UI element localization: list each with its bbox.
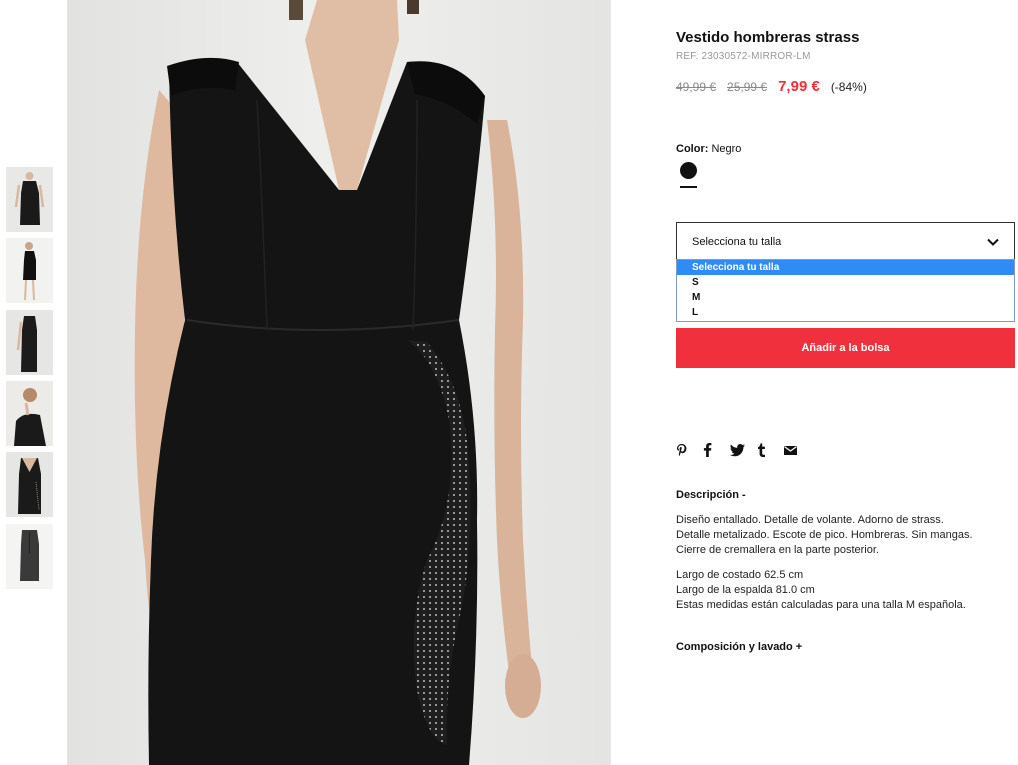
twitter-icon[interactable] bbox=[730, 442, 757, 458]
email-icon[interactable] bbox=[784, 442, 811, 458]
size-select[interactable]: Selecciona tu talla bbox=[676, 222, 1015, 260]
sale-price: 7,99 € bbox=[778, 78, 820, 95]
thumbnail-full[interactable] bbox=[6, 238, 53, 303]
thumbnail-side[interactable] bbox=[6, 310, 53, 375]
discount-badge: (-84%) bbox=[830, 80, 867, 94]
facebook-icon[interactable] bbox=[703, 442, 730, 458]
thumbnail-profile[interactable] bbox=[6, 381, 53, 446]
measurement-note: Estas medidas están calculadas para una … bbox=[676, 599, 966, 611]
description-toggle[interactable]: Descripción - bbox=[676, 489, 746, 501]
size-option-l[interactable]: L bbox=[677, 305, 1014, 320]
color-value: Negro bbox=[711, 143, 742, 155]
tumblr-icon[interactable] bbox=[757, 442, 784, 458]
size-select-value: Selecciona tu talla bbox=[692, 236, 782, 248]
chevron-down-icon bbox=[987, 238, 999, 246]
description-line: Detalle metalizado. Escote de pico. Homb… bbox=[676, 529, 973, 541]
swatch-selected-indicator bbox=[680, 186, 697, 188]
price-row: 49,99 € 25,99 € 7,99 € (-84%) bbox=[676, 78, 867, 95]
thumbnail-detail[interactable] bbox=[6, 452, 53, 517]
original-price: 49,99 € bbox=[676, 80, 717, 94]
product-reference: REF. 23030572-MIRROR-LM bbox=[676, 51, 811, 62]
previous-price: 25,99 € bbox=[727, 80, 768, 94]
size-option-placeholder[interactable]: Selecciona tu talla bbox=[677, 260, 1014, 275]
measurement-line: Largo de la espalda 81.0 cm bbox=[676, 584, 815, 596]
color-label: Color: bbox=[676, 143, 709, 155]
size-option-s[interactable]: S bbox=[677, 275, 1014, 290]
measurement-line: Largo de costado 62.5 cm bbox=[676, 569, 804, 581]
color-label-row: Color: Negro bbox=[676, 143, 741, 155]
composition-toggle[interactable]: Composición y lavado + bbox=[676, 641, 802, 653]
pinterest-icon[interactable] bbox=[676, 442, 703, 458]
thumbnail-back[interactable] bbox=[6, 524, 53, 589]
color-swatch-negro[interactable] bbox=[680, 162, 697, 179]
size-dropdown-list: Selecciona tu talla S M L bbox=[676, 259, 1015, 322]
thumbnail-front[interactable] bbox=[6, 167, 53, 232]
description-line: Cierre de cremallera en la parte posteri… bbox=[676, 544, 879, 556]
size-option-m[interactable]: M bbox=[677, 290, 1014, 305]
share-icons bbox=[676, 442, 811, 458]
product-title: Vestido hombreras strass bbox=[676, 29, 860, 46]
main-product-image bbox=[67, 0, 611, 765]
add-to-bag-button[interactable]: Añadir a la bolsa bbox=[676, 328, 1015, 368]
description-line: Diseño entallado. Detalle de volante. Ad… bbox=[676, 514, 944, 526]
